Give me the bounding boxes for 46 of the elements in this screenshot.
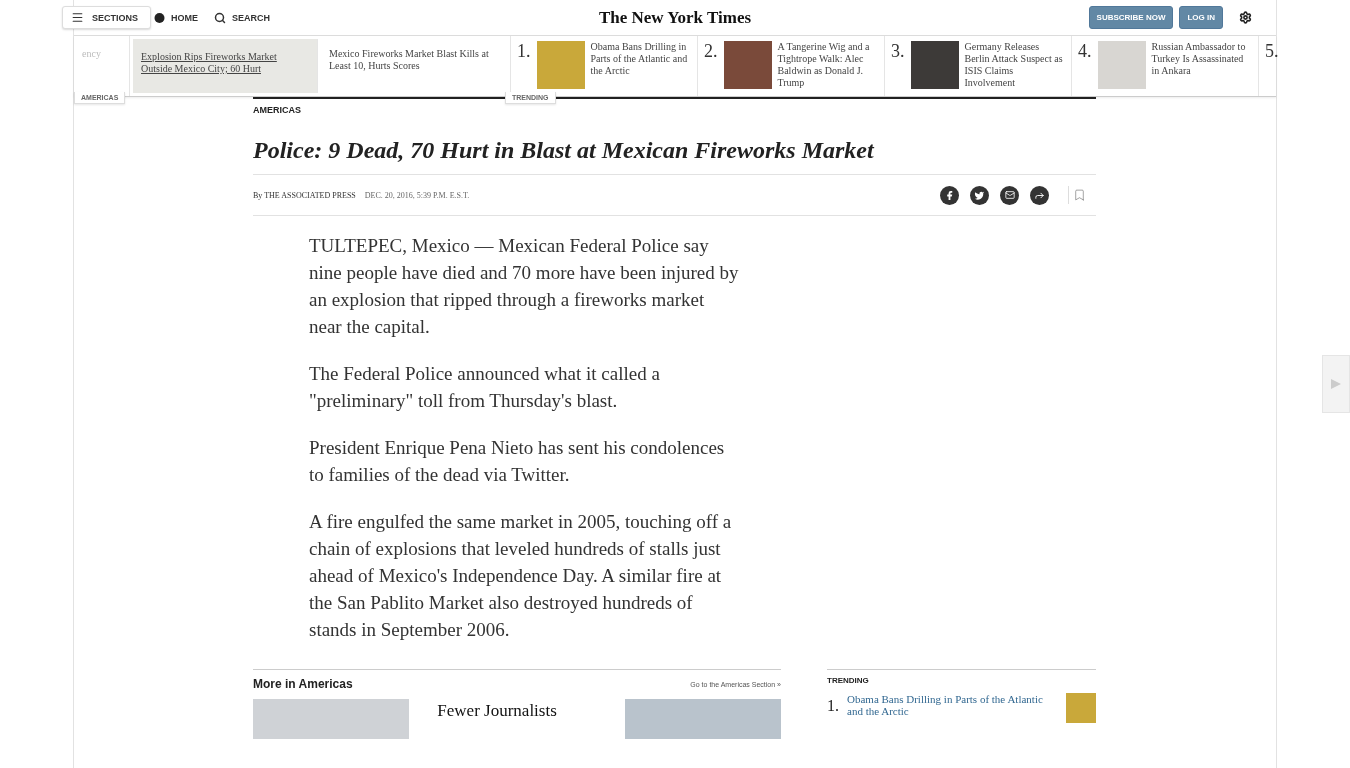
- rank-number: 4.: [1078, 41, 1092, 63]
- article-headline: Police: 9 Dead, 70 Hurt in Blast at Mexican Fireworks Market: [253, 137, 1096, 175]
- ribbon-story-link[interactable]: Mexico Fireworks Market Blast Kills at Least 10, Hurts Scores: [321, 36, 511, 96]
- login-button[interactable]: LOG IN: [1179, 6, 1223, 29]
- trending-list-item[interactable]: 1. Obama Bans Drilling in Parts of the Atlantic and the Arctic: [827, 693, 1096, 723]
- trending-story-link[interactable]: 3. Germany Releases Berlin Attack Suspect as ISIS Claims Involvement: [885, 36, 1072, 96]
- date-label: DEC. 20, 2016, 5:39 P.M. E.S.T.: [364, 190, 470, 200]
- story-title: A Tangerine Wig and a Tightrope Walk: Alec Baldwin as Donald J. Trump: [777, 41, 871, 90]
- story-title: Obama Bans Drilling in Parts of the Atlantic and the Arctic: [590, 41, 689, 78]
- photo-placeholder: [1066, 693, 1096, 723]
- search-link[interactable]: SEARCH: [214, 11, 270, 24]
- arrow-icon: [1330, 378, 1342, 390]
- rank-number: 3.: [891, 41, 905, 63]
- settings-icon[interactable]: [1239, 11, 1252, 24]
- rank-number: 5.: [1265, 41, 1279, 63]
- sections-button[interactable]: SECTIONS: [62, 6, 151, 29]
- article-paragraph: A fire engulfed the same market in 2005, touching off a chain of explosions that leveled hundreds of stalls just ahead of Mexico's Independence Day. A similar fire at the San Pablito Market also destroyed hundreds of stands in September 2006.: [309, 510, 733, 642]
- trending-story-link[interactable]: 4. Russian Ambassador to Turkey Is Assassinated in Ankara: [1072, 36, 1259, 96]
- search-icon: [214, 11, 226, 24]
- facebook-icon: [944, 189, 955, 201]
- byline: By THE ASSOCIATED PRESS: [253, 190, 356, 200]
- story-title: Germany Releases Berlin Attack Suspect as ISIS Claims Involvement: [964, 41, 1064, 90]
- ribbon-story-link[interactable]: Explosion Rips Fireworks Market Outside Mexico City; 60 Hurt: [133, 39, 318, 93]
- trending-story-link[interactable]: 1. Obama Bans Drilling in Parts of the Atlantic and the Arctic: [511, 36, 698, 96]
- article-paragraph: President Enrique Pena Nieto has sent his condolences to families of the dead via Twitter.: [309, 436, 726, 487]
- story-headline[interactable]: Fewer Journalists: [437, 699, 597, 739]
- emblem-icon: [154, 11, 165, 24]
- home-link[interactable]: HOME: [154, 11, 198, 24]
- rank-number: 2.: [704, 41, 718, 63]
- menu-icon: [71, 11, 84, 24]
- article-paragraph: TULTEPEC, Mexico — Mexican Federal Police say nine people have died and 70 more have been injured by an explosion that ripped through a fireworks market near the capital.: [309, 234, 739, 339]
- subscribe-button[interactable]: SUBSCRIBE NOW: [1088, 6, 1174, 29]
- bird-icon: [974, 189, 985, 201]
- facebook-share-button[interactable]: [940, 185, 959, 205]
- twitter-share-button[interactable]: [970, 185, 989, 205]
- rank-number: 1.: [517, 41, 531, 63]
- trending-story-link[interactable]: 2. A Tangerine Wig and a Tightrope Walk: Alec Baldwin as Donald J. Trump: [698, 36, 885, 96]
- story-title: Russian Ambassador to Turkey Is Assassinated in Ankara: [1151, 41, 1247, 78]
- trending-title: TRENDING: [827, 676, 870, 685]
- site-logo: The New York Times: [598, 7, 752, 28]
- trending-story-link[interactable]: 5.: [1259, 36, 1350, 96]
- article-paragraph: The Federal Police announced what it called a "preliminary" toll from Thursday's blast.: [309, 362, 661, 413]
- envelope-icon: [1004, 190, 1015, 200]
- more-section-title: More in Americas: [253, 677, 353, 691]
- email-share-button[interactable]: [1000, 185, 1019, 205]
- share-button[interactable]: [1030, 185, 1049, 205]
